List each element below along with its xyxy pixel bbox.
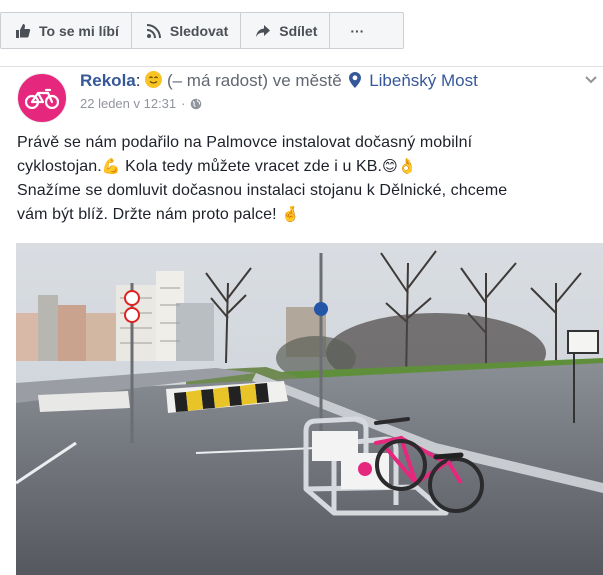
rss-icon [146, 23, 161, 38]
post-text-line: Snažíme se domluvit dočasnou instalaci s… [17, 182, 508, 199]
muscle-emoji-icon: 💪 [101, 158, 121, 175]
smile-emoji-icon: 😊 [382, 158, 398, 175]
page-action-bar: To se mi líbí Sledovat Sdílet ··· [0, 12, 404, 49]
happy-emoji-icon [145, 71, 163, 88]
page-name-link[interactable]: Rekola [80, 71, 136, 90]
follow-label: Sledovat [169, 22, 229, 39]
location-pin-icon [349, 72, 362, 88]
share-button[interactable]: Sdílet [241, 13, 331, 48]
post-text-line: cyklostojan.💪 Kola tedy můžete vracet zd… [17, 155, 597, 179]
ok-hand-emoji-icon: 👌 [397, 158, 417, 175]
thumbs-up-icon [16, 23, 31, 38]
post-photo[interactable] [16, 243, 603, 575]
post-menu-button[interactable] [585, 71, 597, 87]
feed-post: Rekola: (– má radost) ve městě Libeňský … [0, 66, 603, 575]
crossed-fingers-emoji-icon: 🤞 [281, 206, 301, 223]
post-header: Rekola: (– má radost) ve městě Libeňský … [80, 71, 478, 90]
post-text-line: vám být blíž. Držte nám proto palce! 🤞 [17, 203, 597, 227]
follow-button[interactable]: Sledovat [132, 13, 242, 48]
globe-icon [191, 98, 202, 109]
post-meta: 22 leden v 12:31 · [80, 96, 202, 111]
like-label: To se mi líbí [39, 22, 119, 39]
avatar[interactable] [17, 73, 67, 123]
more-options-button[interactable]: ··· [330, 13, 384, 48]
share-label: Sdílet [279, 22, 318, 39]
share-arrow-icon [256, 24, 271, 37]
place-link[interactable]: Libeňský Most [369, 71, 478, 90]
street-bike-rack-photo [16, 243, 603, 575]
post-text-line: Právě se nám podařilo na Palmovce instal… [17, 134, 473, 151]
feeling-text: (– má radost) ve městě [166, 71, 342, 90]
chevron-down-icon [585, 76, 597, 84]
post-text: Právě se nám podařilo na Palmovce instal… [17, 131, 597, 227]
meta-separator: · [181, 96, 186, 111]
more-dots-icon: ··· [350, 22, 365, 39]
like-button[interactable]: To se mi líbí [1, 13, 132, 48]
bicycle-logo-icon [25, 88, 59, 109]
post-timestamp[interactable]: 22 leden v 12:31 [80, 96, 176, 111]
